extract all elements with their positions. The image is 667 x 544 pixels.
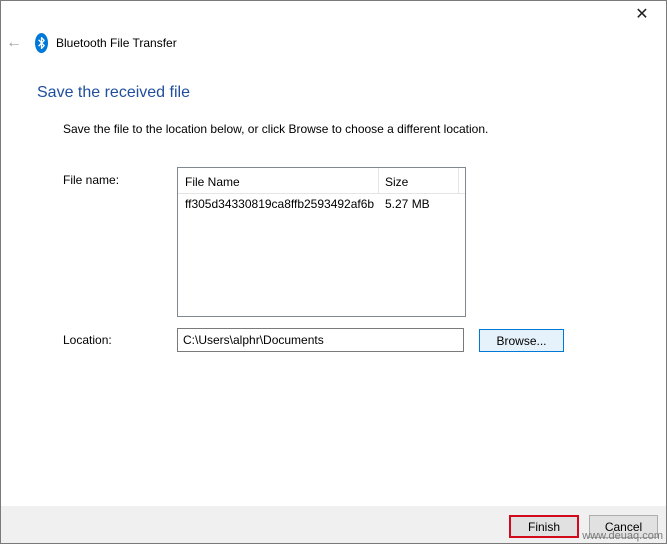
back-button[interactable]: ← bbox=[5, 32, 23, 54]
bluetooth-file-transfer-window: ✕ ← Bluetooth File Transfer Save the rec… bbox=[0, 0, 667, 544]
location-input[interactable] bbox=[177, 328, 464, 352]
location-label: Location: bbox=[63, 333, 112, 347]
browse-button[interactable]: Browse... bbox=[479, 329, 564, 352]
column-divider[interactable] bbox=[378, 168, 379, 193]
watermark: www.deuaq.com bbox=[582, 530, 663, 542]
instruction-text: Save the file to the location below, or … bbox=[63, 122, 489, 136]
file-list-header: File Name Size bbox=[178, 168, 465, 194]
file-size-cell: 5.27 MB bbox=[385, 197, 430, 211]
bluetooth-icon bbox=[35, 33, 48, 53]
column-header-size[interactable]: Size bbox=[385, 175, 408, 189]
file-list[interactable]: File Name Size ff305d34330819ca8ffb25934… bbox=[177, 167, 466, 317]
finish-button[interactable]: Finish bbox=[509, 515, 579, 538]
file-name-label: File name: bbox=[63, 173, 120, 187]
button-bar: Finish Cancel www.deuaq.com bbox=[1, 506, 666, 543]
file-row[interactable]: ff305d34330819ca8ffb2593492af6b... 5.27 … bbox=[178, 197, 464, 215]
back-arrow-icon: ← bbox=[6, 34, 22, 51]
close-button[interactable]: ✕ bbox=[624, 1, 660, 27]
column-divider[interactable] bbox=[458, 168, 459, 193]
app-title: Bluetooth File Transfer bbox=[56, 36, 177, 50]
column-header-file-name[interactable]: File Name bbox=[185, 175, 240, 189]
close-icon: ✕ bbox=[635, 6, 649, 23]
page-heading: Save the received file bbox=[37, 84, 190, 101]
file-name-cell: ff305d34330819ca8ffb2593492af6b... bbox=[185, 197, 375, 211]
